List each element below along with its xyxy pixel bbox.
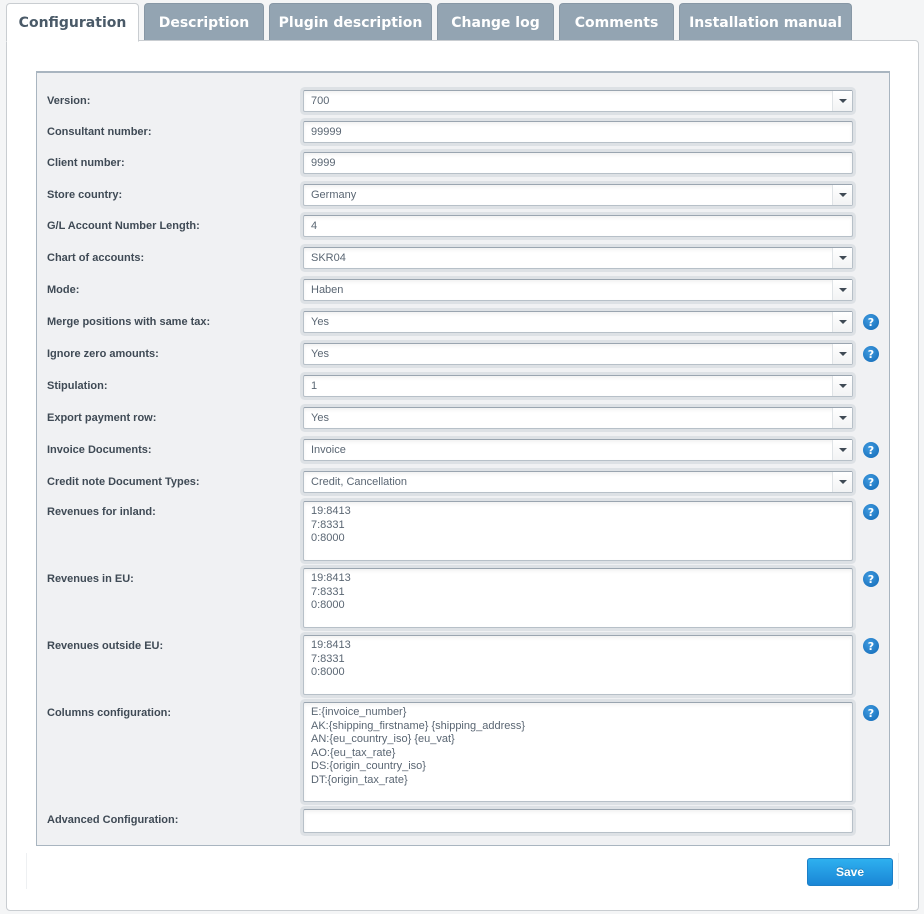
ignore-zero-amounts-select[interactable]: Yes [303,343,853,365]
revenues-in-eu-textarea[interactable]: 19:8413 7:8331 0:8000 [303,568,853,628]
help-icon[interactable]: ? [863,474,879,490]
revenues-outside-eu-label: Revenues outside EU: [47,640,164,652]
chart-of-accounts-select[interactable]: SKR04 [303,247,853,269]
invoice-documents-select[interactable]: Invoice [303,439,853,461]
credit-note-document-types-label: Credit note Document Types: [47,476,200,488]
chevron-down-icon[interactable] [832,344,852,364]
chevron-down-icon[interactable] [832,440,852,460]
merge-positions-with-same-tax-value: Yes [311,316,329,328]
help-icon[interactable]: ? [863,346,879,362]
tab-plugin-description[interactable]: Plugin description [269,3,432,41]
help-icon[interactable]: ? [863,638,879,654]
chevron-down-icon[interactable] [832,408,852,428]
export-payment-row-value: Yes [311,412,329,424]
mode-value: Haben [311,284,344,296]
version-select[interactable]: 700 [303,90,853,112]
advanced-configuration-input[interactable] [303,809,853,833]
credit-note-document-types-select[interactable]: Credit, Cancellation [303,471,853,493]
tab-description[interactable]: Description [144,3,264,41]
chevron-down-icon[interactable] [832,472,852,492]
export-payment-row-label: Export payment row: [47,412,157,424]
store-country-value: Germany [311,189,357,201]
revenues-outside-eu-textarea[interactable]: 19:8413 7:8331 0:8000 [303,635,853,695]
consultant-number-label: Consultant number: [47,126,152,138]
tab-bar: Configuration Description Plugin descrip… [6,3,857,42]
version-label: Version: [47,95,91,107]
footer-divider-left [26,853,27,889]
tab-comments[interactable]: Comments [559,3,674,41]
ignore-zero-amounts-value: Yes [311,348,329,360]
revenues-in-eu-value: 19:8413 7:8331 0:8000 [311,572,351,611]
revenues-in-eu-label: Revenues in EU: [47,573,134,585]
revenues-for-inland-label: Revenues for inland: [47,506,156,518]
config-form: Version: 700 Consultant number: 99999 Client… [36,71,890,846]
client-number-value: 9999 [311,157,336,169]
help-icon[interactable]: ? [863,442,879,458]
g-l-account-number-length-input[interactable]: 4 [303,215,853,237]
credit-note-document-types-value: Credit, Cancellation [311,476,407,488]
help-icon[interactable]: ? [863,314,879,330]
columns-configuration-textarea[interactable]: E:{invoice_number} AK:{shipping_firstnam… [303,702,853,802]
merge-positions-with-same-tax-label: Merge positions with same tax: [47,316,211,328]
chevron-down-icon[interactable] [832,185,852,205]
revenues-outside-eu-value: 19:8413 7:8331 0:8000 [311,639,351,678]
columns-configuration-label: Columns configuration: [47,707,172,719]
chevron-down-icon[interactable] [832,376,852,396]
store-country-label: Store country: [47,189,123,201]
stipulation-value: 1 [311,380,318,392]
chart-of-accounts-label: Chart of accounts: [47,252,145,264]
export-payment-row-select[interactable]: Yes [303,407,853,429]
g-l-account-number-length-value: 4 [311,220,318,232]
consultant-number-input[interactable]: 99999 [303,121,853,143]
columns-configuration-value: E:{invoice_number} AK:{shipping_firstnam… [311,706,526,786]
version-value: 700 [311,95,330,107]
revenues-for-inland-textarea[interactable]: 19:8413 7:8331 0:8000 [303,501,853,561]
mode-select[interactable]: Haben [303,279,853,301]
chevron-down-icon[interactable] [832,280,852,300]
client-number-label: Client number: [47,157,125,169]
consultant-number-value: 99999 [311,126,342,138]
invoice-documents-label: Invoice Documents: [47,444,152,456]
invoice-documents-value: Invoice [311,444,346,456]
chevron-down-icon[interactable] [832,312,852,332]
stipulation-select[interactable]: 1 [303,375,853,397]
tab-installation-manual[interactable]: Installation manual [679,3,852,41]
advanced-configuration-label: Advanced Configuration: [47,814,179,826]
help-icon[interactable]: ? [863,504,879,520]
configuration-panel: Version: 700 Consultant number: 99999 Client… [6,40,919,911]
save-button[interactable]: Save [807,858,893,886]
merge-positions-with-same-tax-select[interactable]: Yes [303,311,853,333]
stipulation-label: Stipulation: [47,380,108,392]
chart-of-accounts-value: SKR04 [311,252,346,264]
client-number-input[interactable]: 9999 [303,152,853,174]
tab-change-log[interactable]: Change log [437,3,554,41]
chevron-down-icon[interactable] [832,248,852,268]
chevron-down-icon[interactable] [832,91,852,111]
store-country-select[interactable]: Germany [303,184,853,206]
help-icon[interactable]: ? [863,571,879,587]
help-icon[interactable]: ? [863,705,879,721]
ignore-zero-amounts-label: Ignore zero amounts: [47,348,159,360]
tab-configuration[interactable]: Configuration [6,3,139,42]
revenues-for-inland-value: 19:8413 7:8331 0:8000 [311,505,351,544]
footer-divider-right [898,853,899,889]
mode-label: Mode: [47,284,80,296]
g-l-account-number-length-label: G/L Account Number Length: [47,220,200,232]
